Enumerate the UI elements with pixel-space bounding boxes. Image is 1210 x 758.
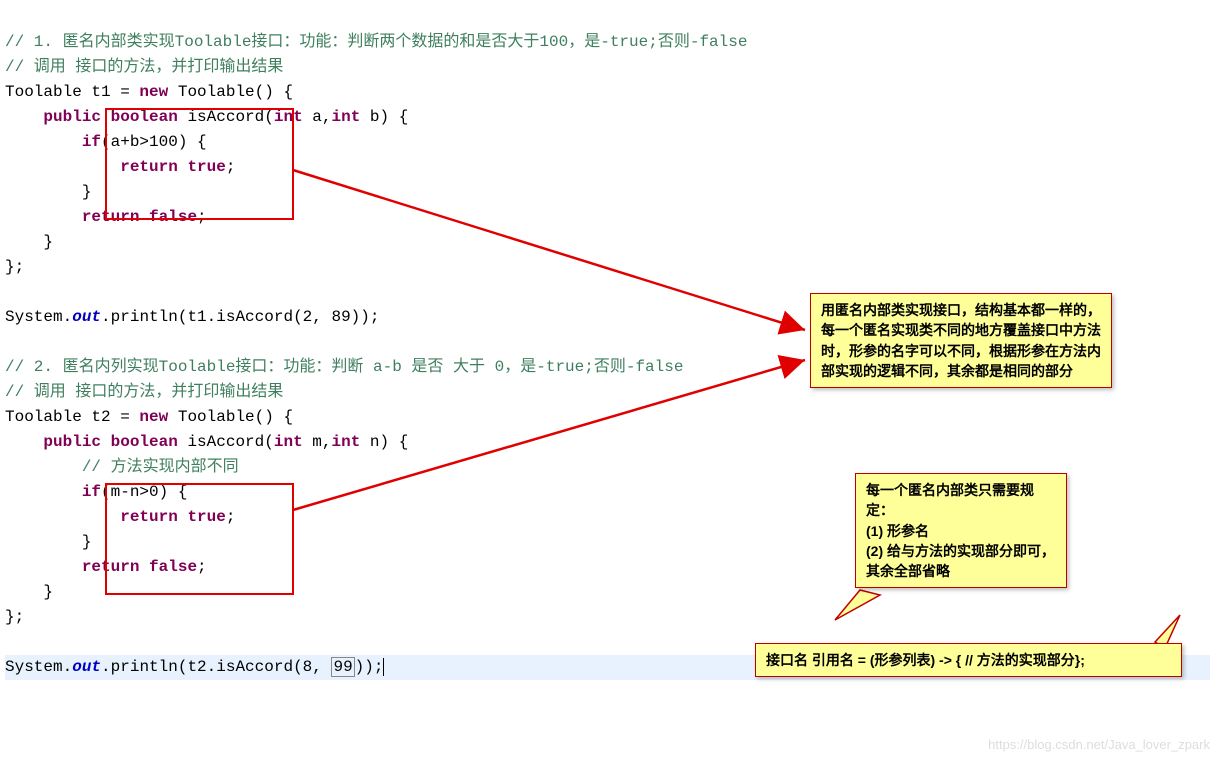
- code-line: Toolable t1 = new Toolable() {: [5, 83, 293, 101]
- comment-line: // 1. 匿名内部类实现Toolable接口：功能：判断两个数据的和是否大于1…: [5, 33, 747, 51]
- callout-explanation-2: 每一个匿名内部类只需要规定： (1) 形参名 (2) 给与方法的实现部分即可，其…: [855, 473, 1067, 588]
- comment-line: // 调用 接口的方法，并打印输出结果: [5, 383, 283, 401]
- code-line: return true;: [5, 158, 235, 176]
- code-line: };: [5, 258, 24, 276]
- code-line: if(m-n>0) {: [5, 483, 187, 501]
- code-line: public boolean isAccord(int a,int b) {: [5, 108, 408, 126]
- code-line: if(a+b>100) {: [5, 133, 207, 151]
- code-line: }: [5, 183, 91, 201]
- code-line: System.out.println(t1.isAccord(2, 89));: [5, 308, 379, 326]
- code-line: };: [5, 608, 24, 626]
- code-line: public boolean isAccord(int m,int n) {: [5, 433, 408, 451]
- code-line: }: [5, 583, 53, 601]
- blank-line: [5, 633, 15, 651]
- code-line: return false;: [5, 208, 207, 226]
- code-line: Toolable t2 = new Toolable() {: [5, 408, 293, 426]
- code-line: }: [5, 233, 53, 251]
- code-line: return true;: [5, 508, 235, 526]
- blank-line: [5, 333, 15, 351]
- watermark-text: https://blog.csdn.net/Java_lover_zpark: [988, 737, 1210, 752]
- code-line: // 方法实现内部不同: [5, 458, 239, 476]
- code-line: return false;: [5, 558, 207, 576]
- comment-line: // 2. 匿名内列实现Toolable接口：功能：判断 a-b 是否 大于 0…: [5, 358, 683, 376]
- callout-explanation-1: 用匿名内部类实现接口，结构基本都一样的，每一个匿名实现类不同的地方覆盖接口中方法…: [810, 293, 1112, 388]
- comment-line: // 调用 接口的方法，并打印输出结果: [5, 58, 283, 76]
- code-line: }: [5, 533, 91, 551]
- callout-syntax: 接口名 引用名 = (形参列表) -> { // 方法的实现部分};: [755, 643, 1182, 677]
- blank-line: [5, 283, 15, 301]
